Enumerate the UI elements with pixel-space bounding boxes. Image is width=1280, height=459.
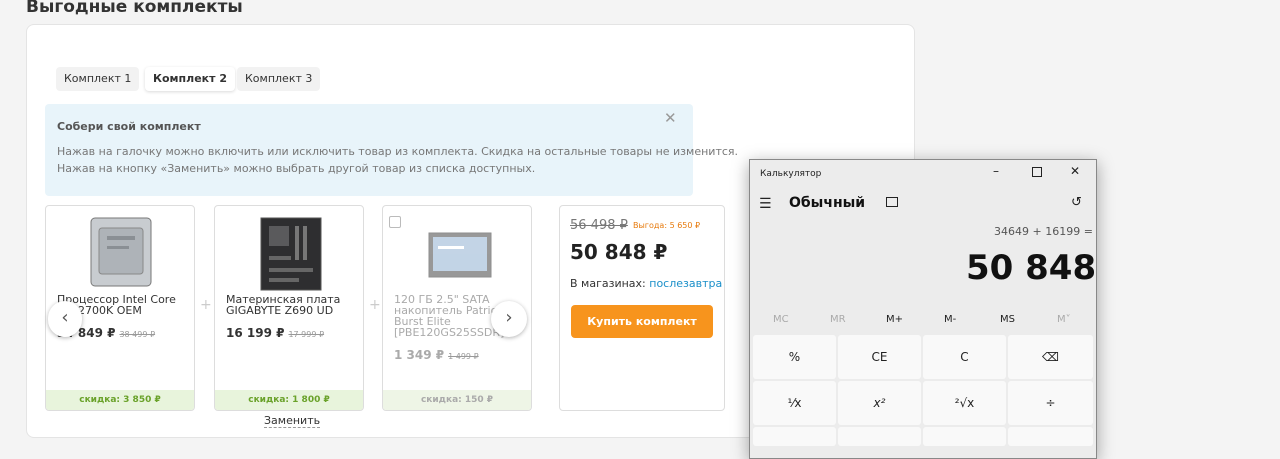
- include-checkbox[interactable]: [389, 216, 401, 228]
- calc-result: 50 848: [966, 248, 1097, 288]
- discount-label: скидка: 1 800 ₽: [215, 390, 363, 410]
- plus-sign: +: [369, 297, 381, 313]
- memory-add-button[interactable]: M+: [886, 314, 903, 325]
- tab-bundle-3[interactable]: Комплект 3: [237, 67, 321, 91]
- calc-expression: 34649 + 16199 =: [994, 225, 1093, 238]
- tab-bundle-1[interactable]: Комплект 1: [56, 67, 140, 91]
- clear-entry-key[interactable]: CE: [838, 335, 921, 379]
- percent-key[interactable]: %: [753, 335, 836, 379]
- memory-subtract-button[interactable]: M-: [944, 314, 956, 325]
- discount-label: скидка: 150 ₽: [383, 390, 531, 410]
- reciprocal-key[interactable]: ¹⁄x: [753, 381, 836, 425]
- memory-recall-button[interactable]: MR: [830, 314, 846, 325]
- minimize-icon[interactable]: –: [993, 164, 999, 178]
- calculator-title: Калькулятор: [760, 169, 822, 179]
- memory-list-button[interactable]: M˅: [1057, 314, 1071, 325]
- product-name[interactable]: Материнская плата GIGABYTE Z690 UD: [226, 294, 361, 316]
- backspace-key[interactable]: ⌫: [1008, 335, 1093, 379]
- calc-key-row3[interactable]: [753, 427, 836, 446]
- savings-label: Выгода: 5 650 ₽: [633, 221, 701, 230]
- info-title: Собери свой комплект: [57, 120, 201, 133]
- product-card-motherboard: Материнская плата GIGABYTE Z690 UD 16 199…: [214, 205, 364, 411]
- replace-link[interactable]: Заменить: [264, 414, 321, 428]
- motherboard-image: [260, 217, 322, 291]
- tab-bundle-2[interactable]: Комплект 2: [145, 67, 235, 91]
- square-root-key[interactable]: ²√x: [923, 381, 1006, 425]
- ssd-image: [428, 232, 492, 278]
- old-total-price: 56 498 ₽: [570, 218, 628, 233]
- buy-bundle-button[interactable]: Купить комплект: [571, 305, 713, 338]
- memory-clear-button[interactable]: MC: [773, 314, 789, 325]
- page-title: Выгодные комплекты: [26, 0, 243, 17]
- clear-key[interactable]: C: [923, 335, 1006, 379]
- calc-key-row3[interactable]: [923, 427, 1006, 446]
- maximize-icon[interactable]: [1032, 167, 1042, 177]
- total-price: 50 848 ₽: [570, 240, 668, 264]
- chevron-left-icon[interactable]: ‹: [48, 301, 82, 337]
- history-icon[interactable]: ↺: [1071, 195, 1082, 210]
- calculator-mode: Обычный: [789, 195, 866, 211]
- calc-key-row3[interactable]: [838, 427, 921, 446]
- plus-sign: +: [200, 297, 212, 313]
- square-key[interactable]: x²: [838, 381, 921, 425]
- discount-label: скидка: 3 850 ₽: [46, 390, 194, 410]
- product-price: 1 349 ₽1 499 ₽: [394, 348, 479, 362]
- memory-store-button[interactable]: MS: [1000, 314, 1015, 325]
- info-text-2: Нажав на кнопку «Заменить» можно выбрать…: [57, 162, 536, 175]
- divide-key[interactable]: ÷: [1008, 381, 1093, 425]
- chevron-right-icon[interactable]: ›: [491, 301, 527, 337]
- availability-date[interactable]: послезавтра: [649, 277, 722, 290]
- close-window-icon[interactable]: ✕: [1070, 164, 1080, 178]
- info-text-1: Нажав на галочку можно включить или искл…: [57, 145, 739, 158]
- close-icon[interactable]: ✕: [664, 109, 677, 127]
- calc-key-row3[interactable]: [1008, 427, 1093, 446]
- availability: В магазинах: послезавтра: [570, 277, 723, 290]
- hamburger-menu-icon[interactable]: ☰: [759, 196, 772, 212]
- cpu-image: [90, 217, 152, 287]
- keep-on-top-icon[interactable]: [886, 197, 898, 207]
- product-price: 16 199 ₽17 999 ₽: [226, 326, 325, 340]
